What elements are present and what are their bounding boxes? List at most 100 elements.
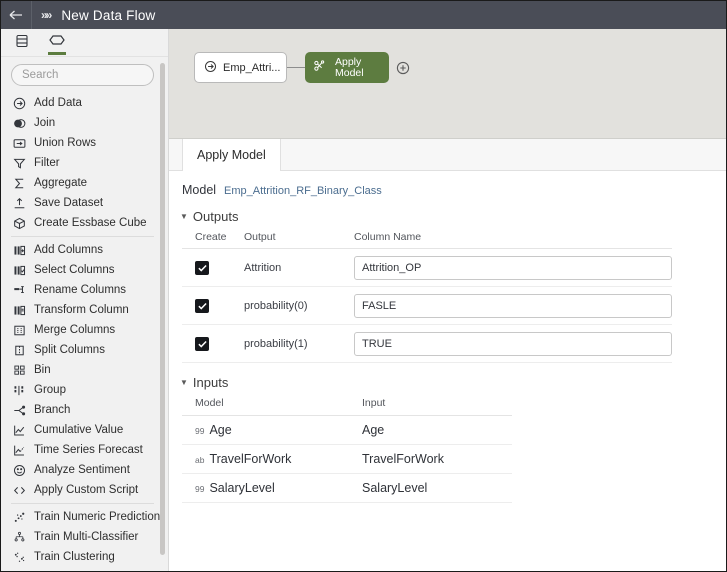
input-column-cell[interactable]: Age — [362, 416, 512, 445]
table-row: probability(0) — [182, 287, 672, 325]
column-name-input[interactable] — [354, 256, 672, 280]
tool-label: Add Data — [34, 97, 82, 109]
filter-icon — [12, 156, 26, 170]
tool-apply-custom-script[interactable]: Apply Custom Script — [1, 480, 168, 500]
tool-label: Union Rows — [34, 137, 96, 149]
tool-save-dataset[interactable]: Save Dataset — [1, 193, 168, 213]
tool-aggregate[interactable]: Aggregate — [1, 173, 168, 193]
create-checkbox[interactable] — [195, 337, 209, 351]
table-row: probability(1) — [182, 325, 672, 363]
type-tag: 99 — [195, 426, 204, 436]
table-row: Attrition — [182, 249, 672, 287]
model-link[interactable]: Emp_Attrition_RF_Binary_Class — [224, 185, 382, 197]
flow-node-source[interactable]: Emp_Attri... — [194, 52, 287, 83]
create-checkbox[interactable] — [195, 299, 209, 313]
type-tag: ab — [195, 455, 204, 465]
tool-label: Split Columns — [34, 344, 105, 356]
tool-label: Train Clustering — [34, 551, 115, 563]
tab-steps[interactable] — [46, 30, 68, 56]
model-column-name: SalaryLevel — [209, 481, 274, 495]
model-label: Model — [182, 183, 216, 197]
tool-group[interactable]: Group — [1, 380, 168, 400]
double-chevron-right-icon[interactable]: »» — [32, 8, 57, 22]
merge-columns-icon — [12, 323, 26, 337]
flow-node-apply-model-label: Apply Model — [335, 57, 364, 78]
col-create: Create — [182, 224, 244, 249]
flow-canvas[interactable]: Emp_Attri... Apply Model — [169, 29, 726, 139]
caret-down-icon: ▼ — [180, 378, 188, 387]
col-input: Input — [362, 390, 512, 416]
tool-branch[interactable]: Branch — [1, 400, 168, 420]
plus-circle-icon[interactable] — [396, 61, 410, 75]
tool-add-data[interactable]: Add Data — [1, 93, 168, 113]
outputs-section-header[interactable]: ▼ Outputs — [169, 197, 726, 224]
tool-label: Apply Custom Script — [34, 484, 138, 496]
tool-time-series-forecast[interactable]: Time Series Forecast — [1, 440, 168, 460]
tab-apply-model[interactable]: Apply Model — [182, 139, 281, 171]
tool-label: Time Series Forecast — [34, 444, 143, 456]
rename-columns-icon — [12, 283, 26, 297]
inspector-panel: Apply Model Model Emp_Attrition_RF_Binar… — [169, 139, 726, 572]
tool-join[interactable]: Join — [1, 113, 168, 133]
tool-label: Join — [34, 117, 55, 129]
data-flow-editor: »» New Data Flow — [0, 0, 727, 572]
tool-rename-columns[interactable]: Rename Columns — [1, 280, 168, 300]
dataset-arrow-icon — [204, 60, 217, 76]
tool-bin[interactable]: Bin — [1, 360, 168, 380]
model-column-cell: 99SalaryLevel — [182, 474, 362, 503]
tool-create-essbase-cube[interactable]: Create Essbase Cube — [1, 213, 168, 233]
left-panel-scrollbar[interactable] — [160, 63, 165, 555]
model-row: Model Emp_Attrition_RF_Binary_Class — [169, 181, 726, 197]
outputs-table: Create Output Column Name — [182, 224, 672, 363]
col-column-name: Column Name — [354, 224, 672, 249]
flow-connector — [287, 67, 305, 68]
model-column-name: TravelForWork — [209, 452, 291, 466]
split-columns-icon — [12, 343, 26, 357]
tool-select-columns[interactable]: Select Columns — [1, 260, 168, 280]
search-input[interactable] — [11, 64, 154, 86]
tool-train-numeric-prediction[interactable]: Train Numeric Prediction — [1, 507, 168, 527]
caret-down-icon: ▼ — [180, 212, 188, 221]
tool-train-multi-classifier[interactable]: Train Multi-Classifier — [1, 527, 168, 547]
col-model: Model — [182, 390, 362, 416]
tool-merge-columns[interactable]: Merge Columns — [1, 320, 168, 340]
bin-icon — [12, 363, 26, 377]
inputs-section-header[interactable]: ▼ Inputs — [169, 363, 726, 390]
inspector-body: Model Emp_Attrition_RF_Binary_Class ▼ Ou… — [169, 171, 726, 503]
group-icon — [12, 383, 26, 397]
input-column-cell[interactable]: SalaryLevel — [362, 474, 512, 503]
tool-label: Rename Columns — [34, 284, 126, 296]
main-body: Add Data Join Un — [1, 29, 726, 572]
tool-label: Transform Column — [34, 304, 129, 316]
inputs-header-row: Model Input — [182, 390, 512, 416]
tool-add-columns[interactable]: Add Columns — [1, 240, 168, 260]
apply-model-icon — [313, 59, 329, 76]
select-columns-icon — [12, 263, 26, 277]
flow-node-apply-model[interactable]: Apply Model — [305, 52, 389, 83]
tool-union-rows[interactable]: Union Rows — [1, 133, 168, 153]
create-checkbox[interactable] — [195, 261, 209, 275]
back-arrow-icon[interactable] — [1, 1, 32, 29]
tool-train-clustering[interactable]: Train Clustering — [1, 547, 168, 567]
column-name-input[interactable] — [354, 294, 672, 318]
train-numeric-icon — [12, 510, 26, 524]
model-column-name: Age — [209, 423, 231, 437]
tool-label: Select Columns — [34, 264, 115, 276]
tool-filter[interactable]: Filter — [1, 153, 168, 173]
tool-transform-column[interactable]: Transform Column — [1, 300, 168, 320]
tool-list[interactable]: Add Data Join Un — [1, 91, 168, 572]
inputs-title: Inputs — [193, 375, 228, 390]
tool-label: Cumulative Value — [34, 424, 123, 436]
table-row: 99SalaryLevel SalaryLevel — [182, 474, 512, 503]
right-area: Emp_Attri... Apply Model — [169, 29, 726, 572]
flow-node-source-label: Emp_Attri... — [223, 62, 280, 74]
divider — [11, 236, 154, 237]
tool-cumulative-value[interactable]: Cumulative Value — [1, 420, 168, 440]
input-column-cell[interactable]: TravelForWork — [362, 445, 512, 474]
tool-analyze-sentiment[interactable]: Analyze Sentiment — [1, 460, 168, 480]
tab-datasets[interactable] — [11, 30, 33, 56]
left-panel: Add Data Join Un — [1, 29, 169, 572]
column-name-input[interactable] — [354, 332, 672, 356]
tool-split-columns[interactable]: Split Columns — [1, 340, 168, 360]
time-series-forecast-icon — [12, 443, 26, 457]
